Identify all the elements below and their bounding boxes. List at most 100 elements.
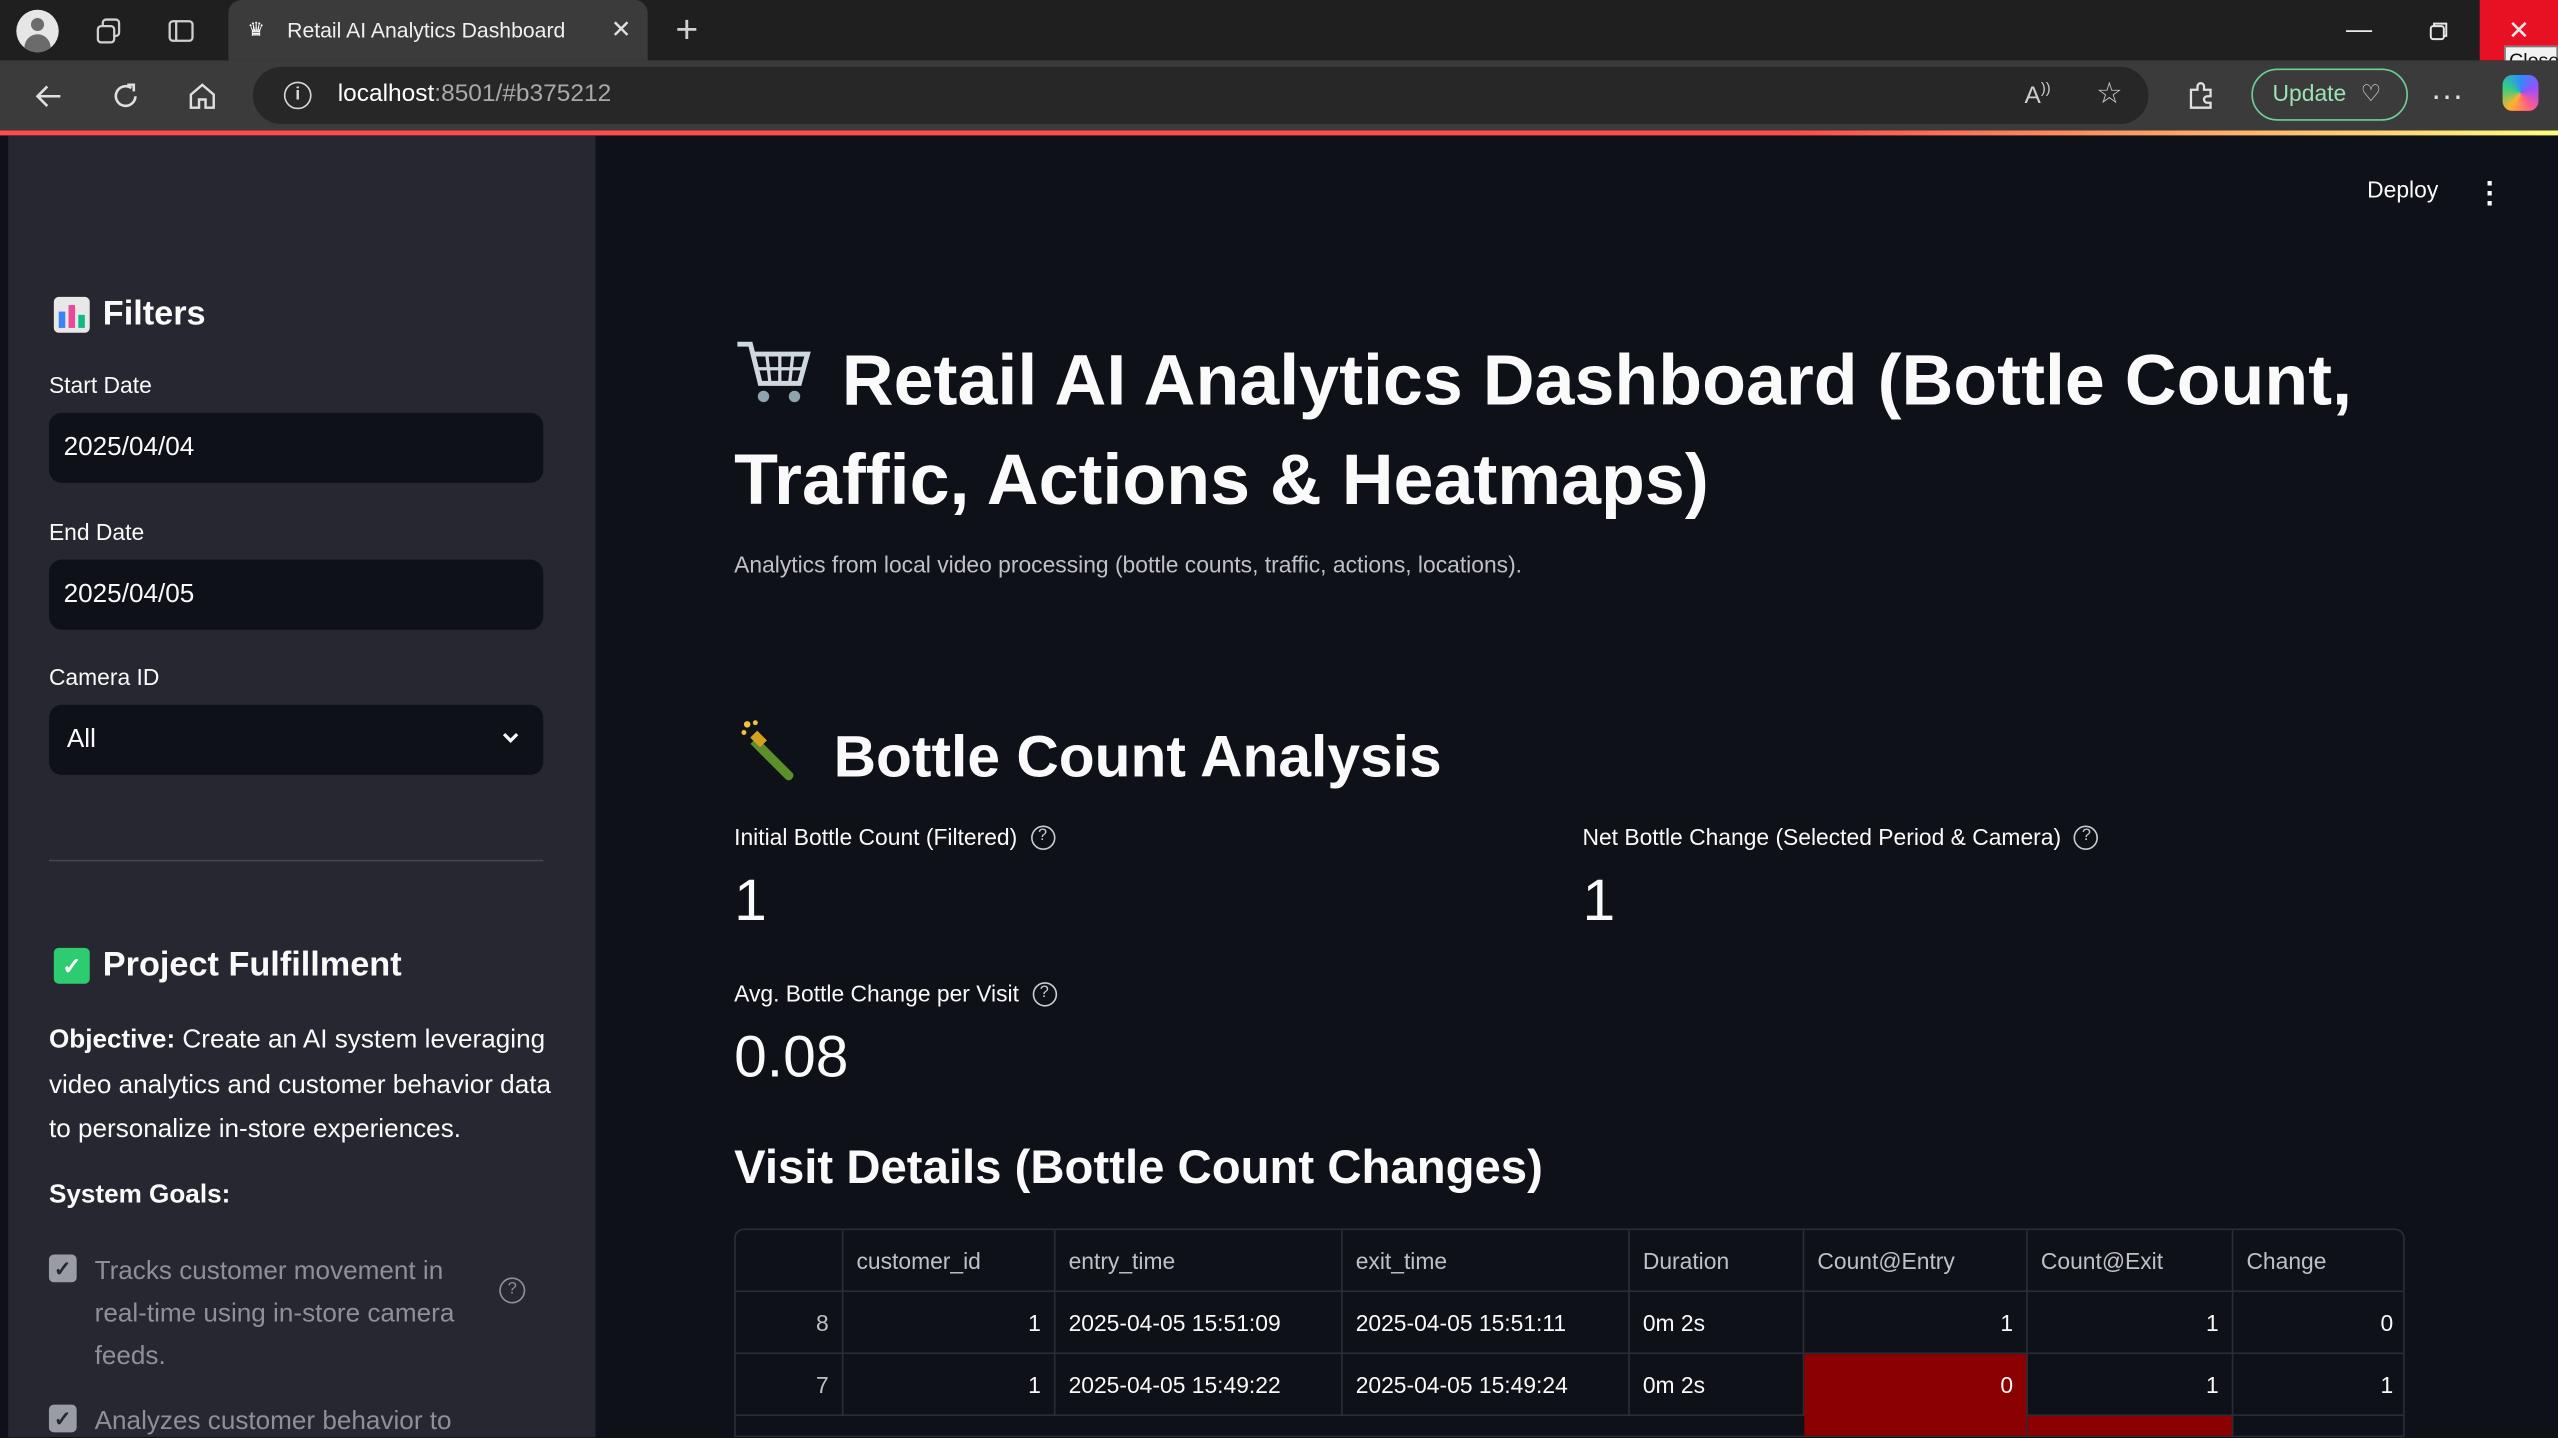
reload-icon[interactable] xyxy=(106,77,145,116)
table-cell-highlighted xyxy=(2027,1416,2234,1436)
restore-icon[interactable] xyxy=(2400,0,2478,60)
column-header[interactable]: Duration xyxy=(1630,1230,1805,1293)
goal-text: Tracks customer movement in real-time us… xyxy=(94,1257,455,1371)
filters-title: Filters xyxy=(102,295,206,333)
metric-value: 0.08 xyxy=(734,1022,849,1090)
table-row-partial xyxy=(736,1416,2403,1436)
table-cell[interactable]: 0m 2s xyxy=(1630,1354,1805,1417)
metric-net-bottle-change: Net Bottle Change (Selected Period & Cam… xyxy=(1582,823,2099,935)
help-question-icon[interactable]: ? xyxy=(499,1277,526,1304)
page-title: Retail AI Analytics Dashboard (Bottle Co… xyxy=(734,334,2414,527)
camera-id-label: Camera ID xyxy=(48,663,160,691)
visit-details-table[interactable]: customer_id entry_time exit_time Duratio… xyxy=(734,1228,2405,1438)
filters-heading: Filters xyxy=(53,295,206,334)
table-cell[interactable]: 2025-04-05 15:49:24 xyxy=(1343,1354,1630,1417)
site-info-icon[interactable]: i xyxy=(283,81,312,110)
section-heading: Bottle Count Analysis xyxy=(737,718,1442,796)
more-menu-icon[interactable]: ··· xyxy=(2428,77,2467,116)
section-title: Bottle Count Analysis xyxy=(833,722,1442,790)
browser-tab-bar: ♛ Retail AI Analytics Dashboard ✕ + — ✕ xyxy=(0,0,2558,61)
deploy-button[interactable]: Deploy xyxy=(2367,176,2438,202)
table-cell[interactable]: 2025-04-05 15:51:11 xyxy=(1343,1292,1630,1355)
active-tab[interactable]: ♛ Retail AI Analytics Dashboard ✕ xyxy=(228,0,648,61)
end-date-label: End Date xyxy=(48,518,145,545)
checkbox-checked-icon[interactable]: ✓ xyxy=(48,1404,77,1433)
metric-value: 1 xyxy=(1582,866,1616,934)
metric-initial-bottle-count: Initial Bottle Count (Filtered)? 1 xyxy=(734,824,1055,935)
table-cell[interactable]: 1 xyxy=(1804,1292,2028,1355)
system-goals-heading: System Goals: xyxy=(48,1181,231,1209)
column-header[interactable]: exit_time xyxy=(1343,1230,1630,1293)
table-cell-highlighted[interactable]: 0 xyxy=(1804,1354,2028,1417)
objective-paragraph: Objective: Create an AI system leveragin… xyxy=(49,1018,555,1153)
goal-text: Analyzes customer behavior to xyxy=(94,1407,452,1436)
table-row[interactable]: 8 1 2025-04-05 15:51:09 2025-04-05 15:51… xyxy=(735,1292,2404,1355)
sidebar-divider xyxy=(48,859,544,862)
table-cell[interactable]: 1 xyxy=(2233,1354,2403,1416)
table-cell[interactable]: 1 xyxy=(2028,1354,2234,1417)
extensions-puzzle-icon[interactable] xyxy=(2181,77,2220,116)
table-cell[interactable]: 2025-04-05 15:49:22 xyxy=(1056,1354,1343,1417)
table-cell[interactable]: 1 xyxy=(843,1292,1056,1355)
help-question-icon[interactable]: ? xyxy=(1030,824,1055,850)
new-tab-icon[interactable]: + xyxy=(666,8,708,52)
table-cell[interactable]: 1 xyxy=(2028,1292,2234,1355)
camera-id-value: All xyxy=(66,725,96,754)
update-button[interactable]: Update ♡ xyxy=(2251,68,2408,121)
help-question-icon[interactable]: ? xyxy=(1032,981,1057,1006)
chevron-down-icon xyxy=(501,705,521,775)
column-header[interactable]: entry_time xyxy=(1056,1230,1343,1293)
tab-actions-icon[interactable] xyxy=(160,10,202,52)
url-text: localhost:8501/#b375212 xyxy=(337,79,612,108)
workspaces-icon[interactable] xyxy=(88,10,130,52)
sidebar: Filters Start Date 2025/04/04 End Date 2… xyxy=(8,135,596,1438)
back-arrow-icon[interactable] xyxy=(29,77,68,116)
column-header[interactable]: Count@Entry xyxy=(1804,1230,2028,1293)
favorite-star-icon[interactable]: ☆ xyxy=(2096,77,2122,111)
end-date-input[interactable]: 2025/04/05 xyxy=(48,559,544,630)
project-fulfillment-heading: ✓ Project Fulfillment xyxy=(53,946,402,985)
metric-value: 1 xyxy=(734,866,767,934)
metric-label: Net Bottle Change (Selected Period & Cam… xyxy=(1582,823,2062,850)
metric-label: Avg. Bottle Change per Visit xyxy=(734,980,1019,1007)
home-icon[interactable] xyxy=(183,77,222,116)
main-menu-icon[interactable]: ⋮ xyxy=(2475,176,2504,209)
champagne-bottle-icon xyxy=(737,718,809,796)
metric-label: Initial Bottle Count (Filtered) xyxy=(734,823,1018,850)
address-bar[interactable]: i localhost:8501/#b375212 A)) ☆ xyxy=(252,66,2149,124)
table-row[interactable]: 7 1 2025-04-05 15:49:22 2025-04-05 15:49… xyxy=(735,1354,2404,1417)
column-header[interactable]: Change xyxy=(2233,1230,2403,1292)
objective-label: Objective: xyxy=(48,1026,176,1054)
shopping-cart-icon xyxy=(734,334,819,434)
table-cell[interactable]: 0 xyxy=(2233,1292,2403,1354)
table-cell[interactable]: 0m 2s xyxy=(1630,1292,1805,1355)
camera-id-select[interactable]: All xyxy=(48,704,544,775)
profile-avatar-icon[interactable] xyxy=(16,9,59,53)
table-header-row: customer_id entry_time exit_time Duratio… xyxy=(735,1230,2404,1293)
read-aloud-icon[interactable]: A)) xyxy=(2025,80,2051,109)
browser-toolbar: i localhost:8501/#b375212 A)) ☆ Update ♡… xyxy=(0,60,2558,131)
check-mark-icon: ✓ xyxy=(53,947,90,984)
minimize-icon[interactable]: — xyxy=(2320,0,2398,60)
copilot-icon[interactable] xyxy=(2502,75,2539,111)
row-index: 8 xyxy=(736,1292,844,1355)
metric-avg-bottle-change: Avg. Bottle Change per Visit? 0.08 xyxy=(734,980,1057,1091)
checkbox-checked-icon[interactable]: ✓ xyxy=(48,1254,77,1283)
page-title-text: Retail AI Analytics Dashboard (Bottle Co… xyxy=(734,340,2353,521)
table-cell-highlighted xyxy=(1804,1416,2028,1436)
tab-close-icon[interactable]: ✕ xyxy=(611,15,632,44)
help-question-icon[interactable]: ? xyxy=(2074,824,2099,850)
project-title: Project Fulfillment xyxy=(102,946,402,984)
row-index: 7 xyxy=(736,1354,844,1417)
bar-chart-icon xyxy=(53,296,90,333)
page-subtitle: Analytics from local video processing (b… xyxy=(734,551,1523,578)
column-header[interactable]: customer_id xyxy=(843,1230,1056,1293)
column-header[interactable]: Count@Exit xyxy=(2028,1230,2234,1293)
streamlit-crown-icon: ♛ xyxy=(247,17,265,41)
tab-title: Retail AI Analytics Dashboard xyxy=(287,17,566,43)
health-heart-icon: ♡ xyxy=(2360,79,2382,107)
start-date-input[interactable]: 2025/04/04 xyxy=(48,412,544,483)
start-date-label: Start Date xyxy=(48,371,152,399)
table-cell[interactable]: 1 xyxy=(843,1354,1056,1417)
table-cell[interactable]: 2025-04-05 15:51:09 xyxy=(1056,1292,1343,1355)
